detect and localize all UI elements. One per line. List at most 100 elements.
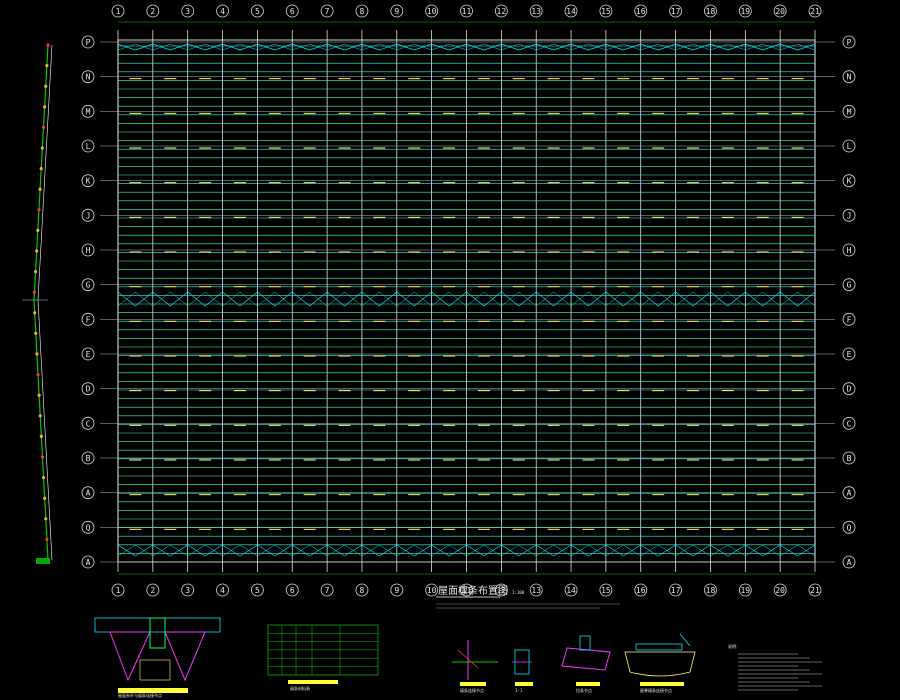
column-axis-top-label: 3 — [185, 7, 190, 16]
section-purlin-dot — [36, 373, 40, 377]
section-purlin-dot — [33, 311, 37, 315]
section-purlin-dot — [36, 228, 40, 232]
row-axis-left-label: L — [86, 142, 91, 151]
section-purlin-dot — [33, 270, 38, 274]
column-axis-bottom-label: 20 — [775, 586, 785, 595]
column-axis-top-label: 11 — [462, 7, 472, 16]
column-axis-bottom-label: 10 — [427, 586, 437, 595]
section-purlin-dot — [46, 43, 50, 47]
row-axis-right-label: L — [847, 142, 852, 151]
section-purlin-dot — [45, 64, 49, 68]
cad-drawing-canvas: 1 2 3 4 5 6 7 8 9 10 11 12 13 14 15 16 17 18 19 20 21 123456… — [0, 0, 900, 700]
row-axis-right-label: M — [847, 107, 852, 116]
column-axis-top-label: 1 — [116, 7, 121, 16]
row-axis-left-label: A — [86, 489, 91, 498]
table-title-bar — [288, 680, 338, 684]
drawing-scale: 1:100 — [512, 590, 525, 595]
column-axis-bottom-label: 8 — [360, 586, 365, 595]
row-axis-left-label: K — [86, 177, 91, 186]
detail-5-title-bar — [640, 682, 684, 686]
section-purlin-dot — [44, 84, 48, 88]
row-axis-left-label: D — [86, 385, 91, 394]
notes-title: 说明： — [728, 643, 740, 649]
column-axis-top-label: 4 — [220, 7, 225, 16]
section-purlin-dot — [41, 125, 46, 129]
row-axis-left-label: F — [86, 315, 91, 324]
column-axis-top-label: 13 — [531, 7, 541, 16]
column-axis-bottom-label: 5 — [255, 586, 260, 595]
drawing-title: 屋面檩条布置图 — [438, 584, 508, 597]
section-purlin-dot — [37, 393, 41, 397]
column-axis-top-label: 21 — [810, 7, 820, 16]
column-axis-bubbles-top: 1 2 3 4 5 6 7 8 9 10 11 12 13 14 15 16 17 18 19 20 21 — [111, 4, 822, 18]
row-axis-left-label: C — [86, 419, 91, 428]
column-axis-top-label: 20 — [775, 7, 785, 16]
detail-2-title-bar — [460, 682, 486, 686]
column-axis-bottom-label: 21 — [810, 586, 820, 595]
detail-4-title-bar — [576, 682, 600, 686]
column-axis-top-label: 16 — [636, 7, 646, 16]
detail-3-title: 1-1 — [515, 688, 523, 693]
section-purlin-dot — [40, 146, 44, 150]
column-axis-bottom-label: 17 — [671, 586, 681, 595]
row-axis-right-label: D — [847, 385, 852, 394]
section-purlin-dot — [43, 496, 47, 500]
section-purlin-dot — [35, 249, 39, 253]
column-axis-top-label: 19 — [740, 7, 750, 16]
column-axis-bottom-label: 2 — [150, 586, 155, 595]
row-axis-right-label: Q — [847, 523, 852, 532]
column-axis-top-label: 10 — [427, 7, 437, 16]
row-axis-left-label: N — [86, 73, 91, 82]
row-axis-right-label: B — [847, 454, 852, 463]
section-base — [36, 558, 50, 564]
column-axis-bottom-label: 19 — [740, 586, 750, 595]
column-axis-bottom-label: 13 — [531, 586, 541, 595]
section-purlin-dot — [37, 208, 41, 212]
row-axis-left-label: H — [86, 246, 91, 255]
column-axis-bottom-label: 4 — [220, 586, 225, 595]
row-axis-right-label: A — [847, 489, 852, 498]
row-axis-right-label: P — [847, 38, 852, 47]
section-purlin-dot — [39, 434, 43, 438]
row-axis-left-label: B — [86, 454, 91, 463]
section-purlin-dot — [45, 537, 49, 542]
detail-1-title: 屋面系杆与檩条连接节点 — [118, 692, 162, 698]
table-title: 檩条材料表 — [290, 685, 310, 691]
column-axis-top-label: 2 — [150, 7, 155, 16]
row-axis-right-label: F — [847, 315, 852, 324]
column-axis-top-label: 15 — [601, 7, 611, 16]
column-axis-bottom-label: 6 — [290, 586, 295, 595]
section-purlin-dot — [43, 105, 47, 109]
row-axis-left-label: E — [86, 350, 91, 359]
row-axis-right-label: C — [847, 419, 852, 428]
row-axis-left-label: Q — [86, 523, 91, 532]
column-axis-top-label: 14 — [566, 7, 576, 16]
row-axis-right-label: G — [847, 281, 852, 290]
section-purlin-dot — [44, 517, 48, 521]
row-axis-left-label: G — [86, 281, 91, 290]
column-axis-top-label: 12 — [497, 7, 507, 16]
row-axis-right-label: K — [847, 177, 852, 186]
column-axis-bottom-label: 1 — [116, 586, 121, 595]
column-axis-top-label: 17 — [671, 7, 681, 16]
column-axis-top-label: 6 — [290, 7, 295, 16]
section-purlin-dot — [34, 331, 38, 335]
column-axis-top-label: 18 — [706, 7, 716, 16]
column-axis-top-label: 8 — [360, 7, 365, 16]
column-axis-bottom-label: 9 — [394, 586, 399, 595]
row-axis-right-label: A — [847, 558, 852, 567]
column-axis-top-label: 7 — [325, 7, 330, 16]
column-axis-bottom-label: 3 — [185, 586, 190, 595]
detail-3-title-bar — [515, 682, 533, 686]
column-axis-top-label: 5 — [255, 7, 260, 16]
section-purlin-dot — [39, 167, 43, 171]
column-axis-bottom-label: 15 — [601, 586, 611, 595]
section-purlin-dot — [38, 414, 42, 418]
detail-5-title: 屋脊檩条连接节点 — [640, 687, 672, 693]
column-axis-bottom-label: 14 — [566, 586, 576, 595]
row-axis-left-label: A — [86, 558, 91, 567]
row-axis-left-label: P — [86, 38, 91, 47]
row-axis-left-label: M — [86, 107, 91, 116]
section-purlin-dot — [32, 290, 37, 294]
section-purlin-dot — [40, 455, 45, 459]
